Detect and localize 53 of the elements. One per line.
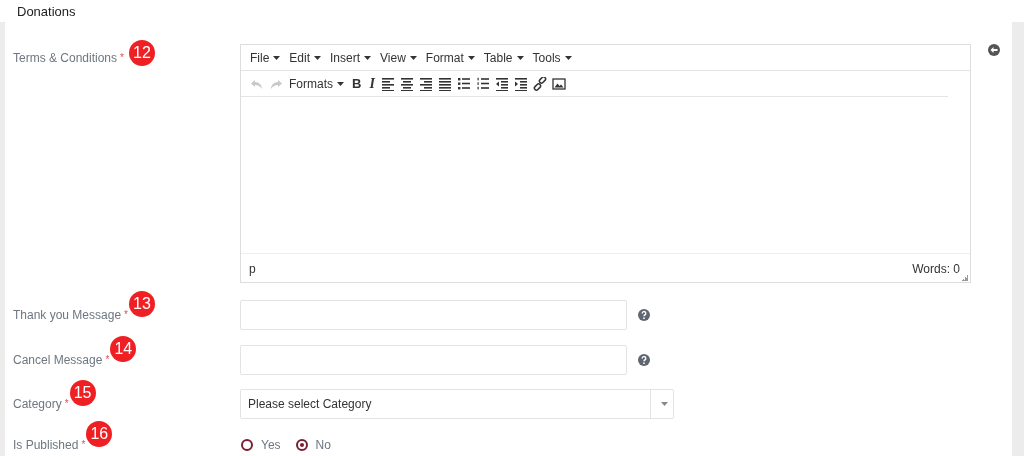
required-asterisk: * [120, 52, 124, 63]
resize-grip-icon[interactable] [962, 275, 968, 281]
formats-dropdown[interactable]: Formats [285, 76, 348, 91]
caret-icon [273, 55, 281, 60]
menu-item[interactable]: Format [421, 50, 479, 65]
menu-item[interactable]: Insert [326, 50, 376, 65]
link-icon[interactable] [533, 76, 548, 91]
italic-button[interactable]: I [365, 75, 379, 92]
caret-icon [337, 81, 344, 86]
image-icon[interactable] [552, 76, 567, 91]
number-badge: 13 [128, 291, 155, 317]
align-left-icon[interactable] [381, 76, 396, 91]
back-arrow-icon[interactable] [988, 44, 1000, 56]
radio-button[interactable] [241, 439, 253, 451]
required-asterisk: * [81, 439, 86, 450]
menu-item[interactable]: Edit [285, 50, 326, 65]
category-select[interactable]: Please select Category [240, 389, 674, 419]
menu-item[interactable]: Table [479, 50, 528, 65]
radio-label: Yes [261, 438, 281, 452]
text-input-field[interactable] [240, 345, 627, 375]
required-asterisk: * [64, 398, 69, 409]
numbered-list-icon[interactable] [476, 76, 491, 91]
caret-icon [516, 55, 524, 60]
align-right-icon[interactable] [419, 76, 434, 91]
required-asterisk: * [105, 354, 110, 365]
indent-icon[interactable] [514, 76, 529, 91]
text-input-field[interactable] [240, 300, 627, 330]
caret-icon [467, 55, 475, 60]
required-asterisk: * [124, 309, 128, 320]
outdent-icon[interactable] [495, 76, 510, 91]
radio-label: No [315, 438, 331, 452]
help-icon[interactable] [638, 309, 650, 321]
align-center-icon[interactable] [400, 76, 415, 91]
caret-icon [314, 55, 322, 60]
caret-icon [660, 402, 668, 406]
menu-item[interactable]: View [376, 50, 421, 65]
caret-icon [409, 55, 417, 60]
menu-item[interactable]: File [246, 50, 285, 65]
number-badge: 15 [69, 380, 96, 406]
caret-icon [364, 55, 372, 60]
number-badge: 12 [128, 40, 155, 66]
word-count: Words: 0 [912, 261, 960, 276]
bullet-list-icon[interactable] [457, 76, 472, 91]
section-title: Donations [17, 3, 76, 19]
radio-button[interactable] [295, 439, 308, 451]
help-icon[interactable] [638, 354, 650, 366]
element-path[interactable]: p [249, 261, 256, 276]
menu-item[interactable]: Tools [528, 50, 576, 65]
bold-button[interactable]: B [348, 76, 366, 91]
justify-icon[interactable] [438, 76, 453, 91]
number-badge: 16 [86, 421, 113, 447]
caret-icon [564, 55, 572, 60]
number-badge: 14 [110, 336, 137, 362]
